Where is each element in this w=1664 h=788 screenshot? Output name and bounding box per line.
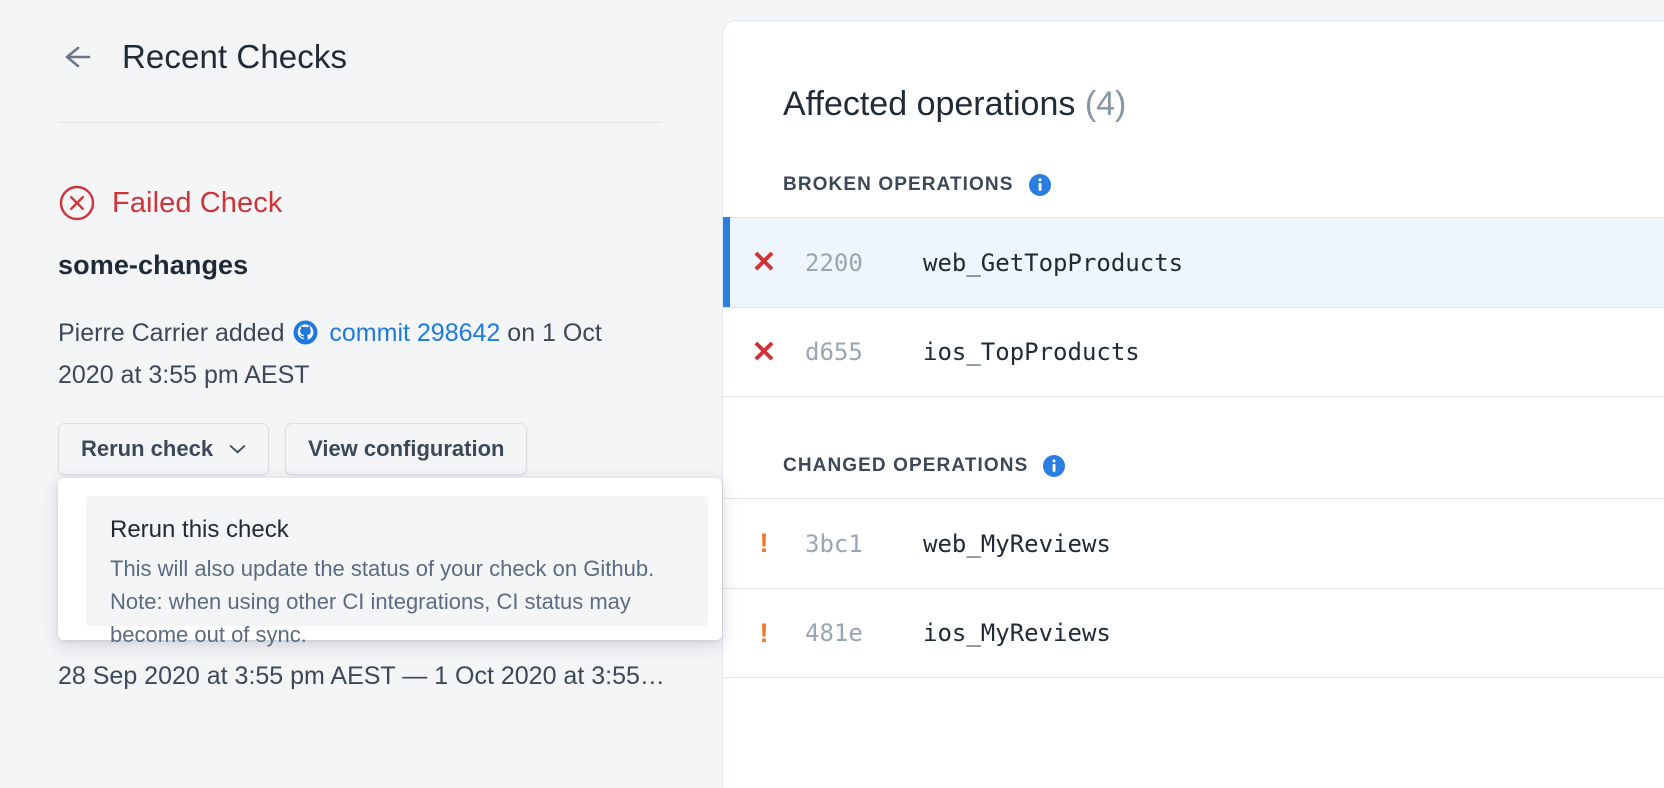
affected-operations-panel: Affected operations (4) BROKEN OPERATION…	[722, 20, 1664, 788]
commit-link[interactable]: commit 298642	[329, 319, 500, 347]
affected-operations-count: (4)	[1085, 85, 1127, 123]
changed-operations-label: CHANGED OPERATIONS	[783, 455, 1028, 477]
header-row: Recent Checks	[58, 38, 347, 76]
broken-operations-list: ✕ 2200 web_GetTopProducts ✕ d655 ios_Top…	[723, 217, 1664, 397]
operation-name: web_GetTopProducts	[923, 249, 1183, 277]
timeframe-value: 28 Sep 2020 at 3:55 pm AEST — 1 Oct 2020…	[58, 662, 665, 691]
status-badge: Failed Check	[112, 187, 282, 220]
rerun-check-button[interactable]: Rerun check	[58, 423, 269, 475]
check-name: some-changes	[58, 250, 248, 281]
error-x-icon: ✕	[723, 245, 805, 280]
table-row[interactable]: ! 3bc1 web_MyReviews	[723, 498, 1664, 588]
popover-body: This will also update the status of your…	[110, 552, 684, 651]
app-root: Recent Checks Failed Check some-changes …	[0, 0, 1664, 788]
broken-operations-heading: BROKEN OPERATIONS	[783, 173, 1052, 197]
view-configuration-button[interactable]: View configuration	[285, 423, 527, 475]
info-icon[interactable]	[1042, 454, 1066, 478]
operation-id: d655	[805, 338, 923, 366]
affected-operations-title: Affected operations (4)	[783, 85, 1126, 124]
rerun-check-popover: Rerun this check This will also update t…	[58, 478, 722, 640]
error-x-icon: ✕	[723, 335, 805, 370]
operation-id: 481e	[805, 619, 923, 647]
popover-title: Rerun this check	[110, 516, 684, 544]
header-divider	[58, 122, 662, 123]
byline-author: Pierre Carrier added	[58, 319, 285, 347]
page-title: Recent Checks	[122, 38, 347, 76]
broken-operations-label: BROKEN OPERATIONS	[783, 174, 1014, 196]
table-row[interactable]: ✕ 2200 web_GetTopProducts	[723, 217, 1664, 307]
operation-name: web_MyReviews	[923, 530, 1111, 558]
operation-name: ios_TopProducts	[923, 338, 1140, 366]
info-icon[interactable]	[1028, 173, 1052, 197]
arrow-left-icon[interactable]	[58, 41, 96, 73]
popover-content: Rerun this check This will also update t…	[86, 496, 708, 626]
operation-name: ios_MyReviews	[923, 619, 1111, 647]
affected-operations-label: Affected operations	[783, 85, 1075, 123]
operation-id: 2200	[805, 249, 923, 277]
rerun-check-label: Rerun check	[81, 436, 213, 462]
changed-operations-heading: CHANGED OPERATIONS	[783, 454, 1066, 478]
github-icon	[291, 319, 329, 347]
check-status: Failed Check	[58, 184, 282, 222]
check-detail-panel: Recent Checks Failed Check some-changes …	[0, 0, 768, 788]
warning-exclamation-icon: !	[723, 618, 805, 649]
chevron-down-icon	[229, 444, 246, 454]
table-row[interactable]: ✕ d655 ios_TopProducts	[723, 307, 1664, 397]
circle-x-icon	[58, 184, 96, 222]
commit-byline: Pierre Carrier added commit 298642 on 1 …	[58, 312, 658, 396]
action-buttons: Rerun check View configuration	[58, 423, 527, 475]
warning-exclamation-icon: !	[723, 528, 805, 559]
changed-operations-list: ! 3bc1 web_MyReviews ! 481e ios_MyReview…	[723, 498, 1664, 678]
view-configuration-label: View configuration	[308, 436, 504, 462]
operation-id: 3bc1	[805, 530, 923, 558]
table-row[interactable]: ! 481e ios_MyReviews	[723, 588, 1664, 678]
